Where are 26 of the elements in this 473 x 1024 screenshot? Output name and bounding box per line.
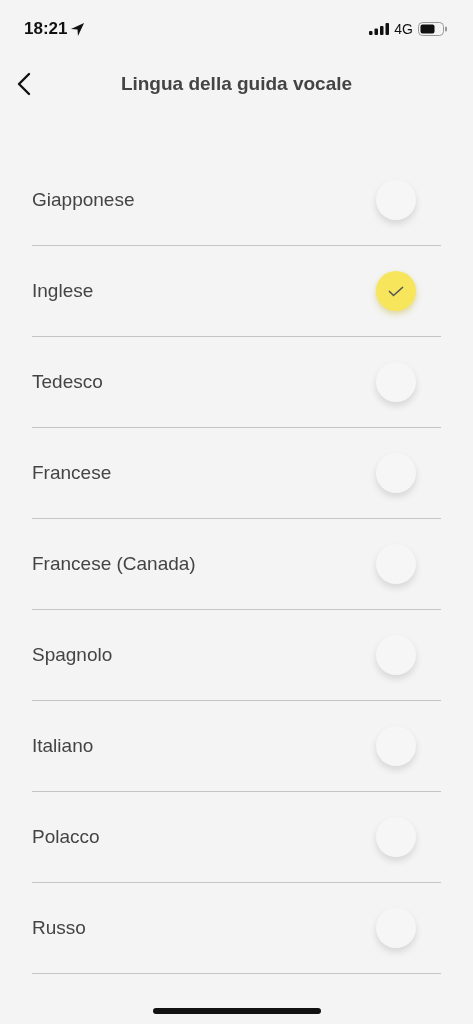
radio-button[interactable] [376, 817, 416, 857]
language-label: Inglese [32, 280, 94, 302]
language-label: Tedesco [32, 371, 103, 393]
language-label: Giapponese [32, 189, 135, 211]
radio-button[interactable] [376, 271, 416, 311]
back-icon [17, 72, 31, 96]
network-label: 4G [394, 21, 413, 37]
signal-icon [369, 23, 390, 35]
battery-icon [418, 22, 447, 36]
check-icon [388, 285, 404, 297]
location-icon [70, 21, 86, 37]
language-label: Polacco [32, 826, 100, 848]
language-label: Italiano [32, 735, 94, 757]
radio-button[interactable] [376, 180, 416, 220]
radio-button[interactable] [376, 908, 416, 948]
language-label: Francese [32, 462, 112, 484]
language-label: Francese (Canada) [32, 553, 196, 575]
radio-button[interactable] [376, 726, 416, 766]
page-title: Lingua della guida vocale [120, 73, 353, 95]
language-label: Russo [32, 917, 86, 939]
radio-button[interactable] [376, 453, 416, 493]
radio-button[interactable] [376, 544, 416, 584]
radio-button[interactable] [376, 635, 416, 675]
language-label: Spagnolo [32, 644, 113, 666]
radio-button[interactable] [376, 362, 416, 402]
status-time: 18:21 [24, 19, 68, 39]
